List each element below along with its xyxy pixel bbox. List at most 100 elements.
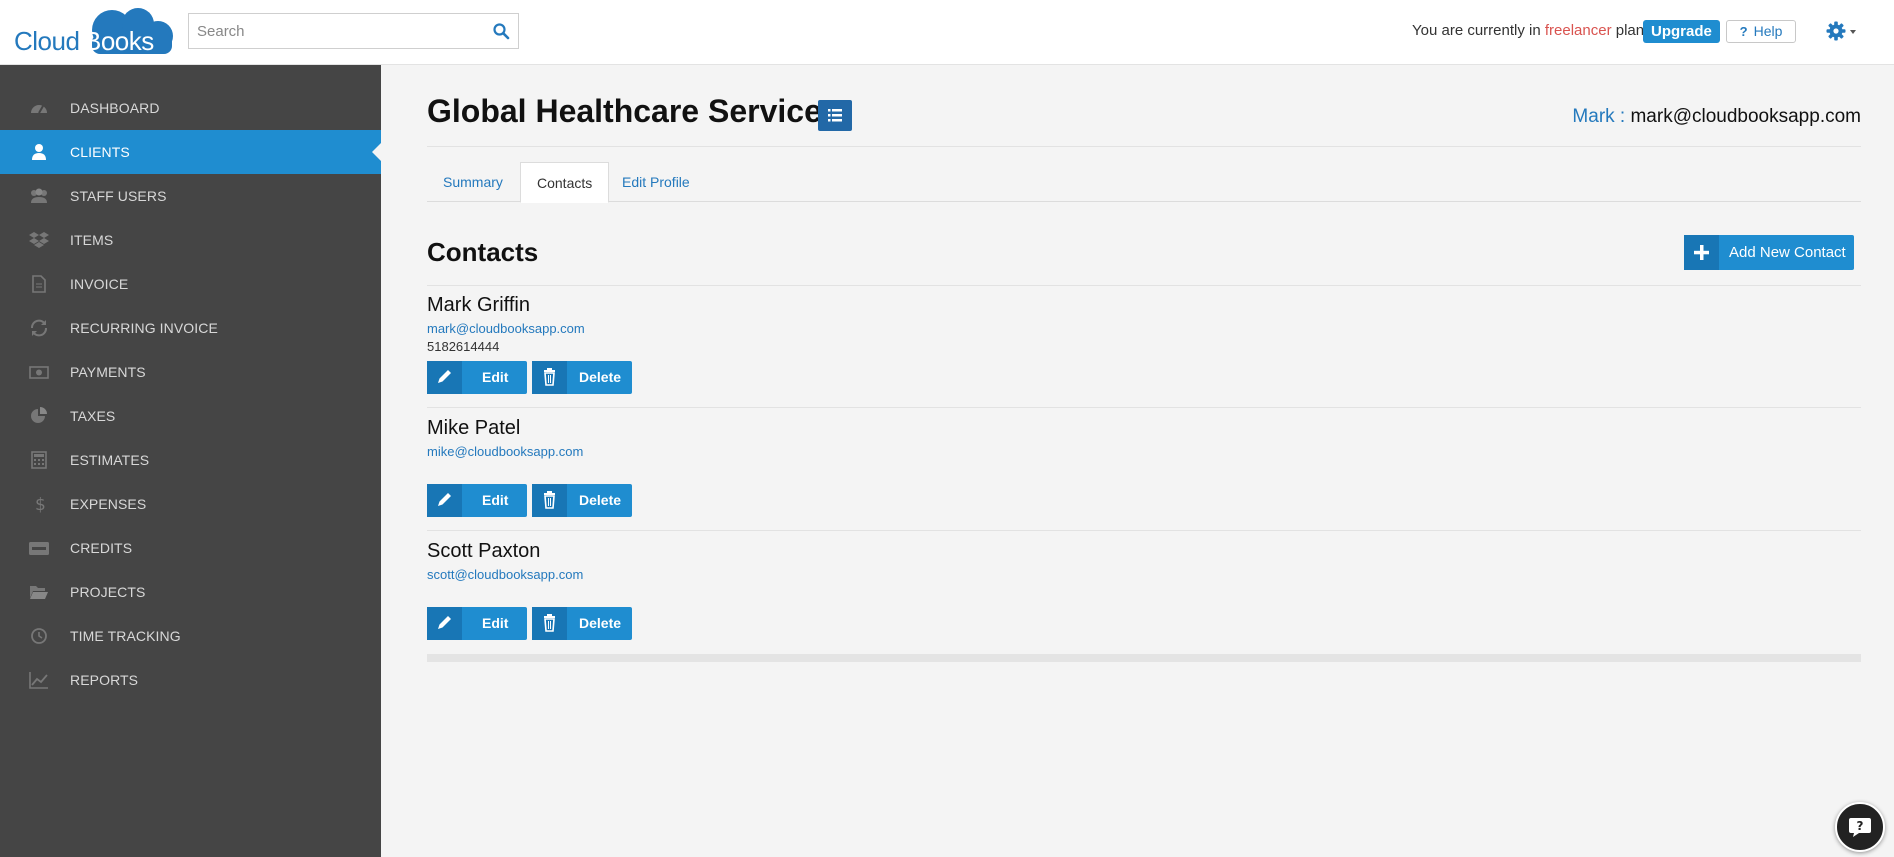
folder-open-icon	[30, 586, 48, 599]
sidebar-label: CREDITS	[70, 540, 133, 556]
user-icon	[32, 144, 46, 160]
plan-name: freelancer	[1544, 22, 1612, 39]
question-icon: ?	[1739, 24, 1748, 39]
plan-prefix: You are currently in	[1412, 22, 1541, 39]
search-input[interactable]	[189, 14, 479, 48]
delete-label: Delete	[579, 369, 622, 385]
tab-summary[interactable]: Summary	[427, 162, 519, 202]
upgrade-button[interactable]: Upgrade	[1643, 20, 1720, 43]
calculator-icon	[31, 451, 47, 469]
user-email: mark@cloudbooksapp.com	[1630, 106, 1861, 127]
sidebar-item-credits[interactable]: CREDITS	[0, 526, 381, 570]
sidebar-item-items[interactable]: ITEMS	[0, 218, 381, 262]
page-title: Global Healthcare Services	[427, 93, 840, 129]
edit-contact-button[interactable]: Edit	[427, 607, 527, 640]
list-footer-bar	[427, 654, 1861, 662]
pencil-icon	[427, 361, 462, 394]
users-icon	[31, 188, 47, 203]
contact-email[interactable]: mark@cloudbooksapp.com	[427, 321, 585, 336]
top-header: Cloud Books You are currently in freelan…	[0, 0, 1894, 65]
edit-contact-button[interactable]: Edit	[427, 361, 527, 394]
dropbox-icon	[29, 232, 49, 248]
chat-support-button[interactable]: ?	[1835, 802, 1885, 852]
edit-contact-button[interactable]: Edit	[427, 484, 527, 517]
plus-icon	[1684, 235, 1719, 270]
divider	[427, 530, 1861, 531]
cloudbooks-logo[interactable]: Cloud Books	[14, 6, 173, 56]
sidebar-label: REPORTS	[70, 672, 139, 688]
logo-text-cloud: Cloud	[14, 26, 80, 56]
edit-label: Edit	[482, 615, 509, 631]
sidebar-item-invoice[interactable]: INVOICE	[0, 262, 381, 306]
main-content: Global Healthcare Services Mark : mark@c…	[381, 65, 1894, 857]
sidebar-item-projects[interactable]: PROJECTS	[0, 570, 381, 614]
sidebar-item-expenses[interactable]: $ EXPENSES	[0, 482, 381, 526]
client-list-button[interactable]	[818, 100, 852, 131]
tab-edit-profile[interactable]: Edit Profile	[606, 162, 706, 202]
divider	[427, 146, 1861, 147]
trash-icon	[532, 607, 567, 640]
help-label: Help	[1753, 23, 1783, 39]
search-icon[interactable]	[492, 22, 510, 40]
pencil-icon	[427, 607, 462, 640]
client-tabs: Summary Contacts Edit Profile	[427, 162, 1861, 203]
pencil-icon	[427, 484, 462, 517]
sidebar: DASHBOARD CLIENTS STAFF USERS ITEMS INVO…	[0, 65, 381, 857]
contact-name: Mike Patel	[427, 417, 521, 439]
edit-label: Edit	[482, 492, 509, 508]
dashboard-icon	[31, 105, 47, 114]
list-icon	[828, 109, 842, 122]
sidebar-item-dashboard[interactable]: DASHBOARD	[0, 86, 381, 130]
sidebar-item-taxes[interactable]: TAXES	[0, 394, 381, 438]
svg-text:$: $	[35, 495, 46, 513]
delete-label: Delete	[579, 615, 622, 631]
sidebar-item-estimates[interactable]: ESTIMATES	[0, 438, 381, 482]
sidebar-label: ESTIMATES	[70, 452, 150, 468]
sidebar-label: ITEMS	[70, 232, 114, 248]
contact-email[interactable]: mike@cloudbooksapp.com	[427, 444, 583, 459]
add-new-contact-button[interactable]: Add New Contact	[1684, 235, 1854, 270]
contact-item: Mark Griffin mark@cloudbooksapp.com 5182…	[427, 294, 1027, 409]
user-name: Mark :	[1572, 106, 1626, 127]
sidebar-label: TIME TRACKING	[70, 628, 181, 644]
divider	[427, 285, 1861, 286]
sidebar-item-reports[interactable]: REPORTS	[0, 658, 381, 702]
edit-label: Edit	[482, 369, 509, 385]
sidebar-item-staff-users[interactable]: STAFF USERS	[0, 174, 381, 218]
divider	[427, 407, 1861, 408]
trash-icon	[532, 484, 567, 517]
contact-name: Scott Paxton	[427, 540, 541, 562]
delete-contact-button[interactable]: Delete	[532, 607, 632, 640]
sidebar-label: PROJECTS	[70, 584, 146, 600]
sidebar-label: PAYMENTS	[70, 364, 146, 380]
trash-icon	[532, 361, 567, 394]
sidebar-label: EXPENSES	[70, 496, 147, 512]
chat-icon: ?	[1849, 818, 1871, 837]
sidebar-label: INVOICE	[70, 276, 129, 292]
credit-card-icon	[29, 542, 49, 555]
delete-contact-button[interactable]: Delete	[532, 361, 632, 394]
search-box	[188, 13, 519, 49]
pie-chart-icon	[31, 407, 47, 423]
sidebar-item-payments[interactable]: PAYMENTS	[0, 350, 381, 394]
svg-text:?: ?	[1857, 819, 1864, 833]
sidebar-label: STAFF USERS	[70, 188, 167, 204]
sidebar-item-time-tracking[interactable]: TIME TRACKING	[0, 614, 381, 658]
sidebar-label: RECURRING INVOICE	[70, 320, 218, 336]
sidebar-item-recurring-invoice[interactable]: RECURRING INVOICE	[0, 306, 381, 350]
logo-text-books: Books	[84, 26, 154, 56]
contact-phone: 5182614444	[427, 339, 500, 354]
tab-contacts[interactable]: Contacts	[520, 162, 610, 203]
help-button[interactable]: ? Help	[1726, 20, 1796, 43]
contact-item: Mike Patel mike@cloudbooksapp.com Edit D…	[427, 417, 1027, 532]
money-icon	[29, 366, 49, 379]
contact-email[interactable]: scott@cloudbooksapp.com	[427, 567, 583, 582]
delete-contact-button[interactable]: Delete	[532, 484, 632, 517]
settings-gear-icon[interactable]	[1825, 20, 1861, 42]
sidebar-item-clients[interactable]: CLIENTS	[0, 130, 381, 174]
sidebar-label: TAXES	[70, 408, 116, 424]
current-user: Mark : mark@cloudbooksapp.com	[1572, 106, 1861, 128]
contact-name: Mark Griffin	[427, 294, 530, 316]
file-icon	[32, 275, 46, 293]
delete-label: Delete	[579, 492, 622, 508]
